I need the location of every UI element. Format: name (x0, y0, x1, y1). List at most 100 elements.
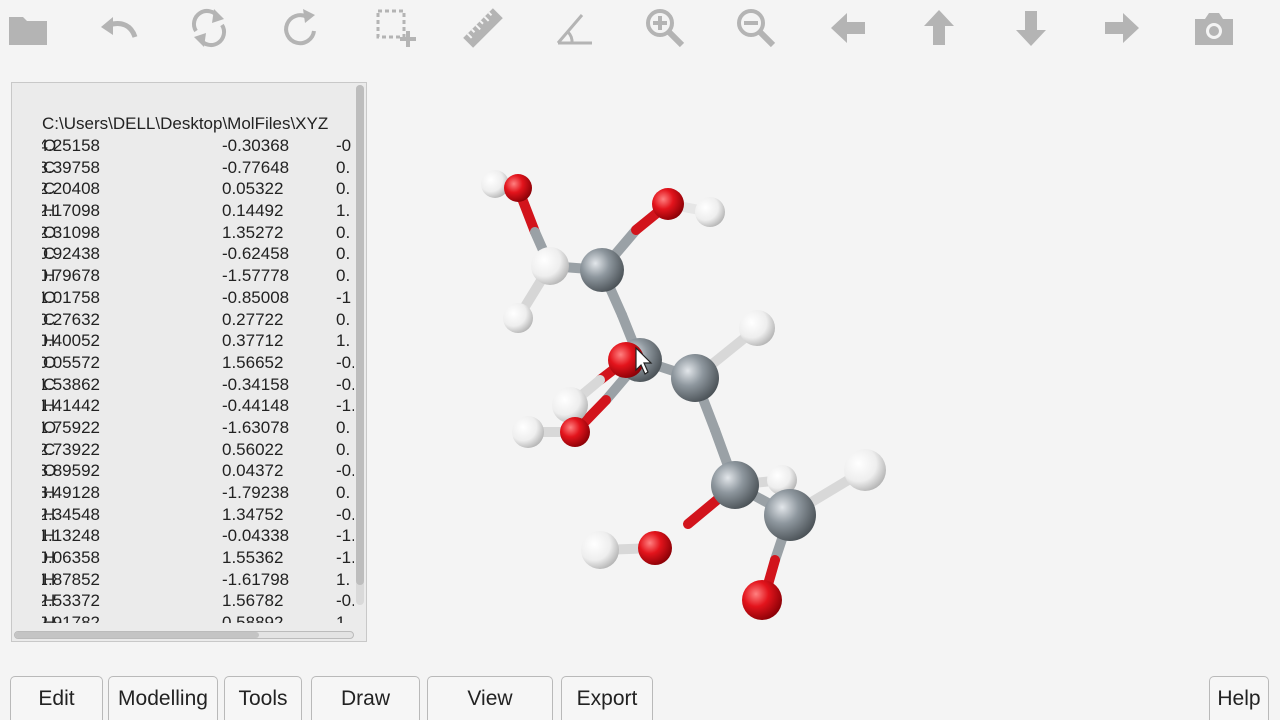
atom-row: H 2.91782 0.58892 1. (42, 612, 354, 623)
file-path: C:\Users\DELL\Desktop\MolFiles\XYZ (42, 114, 329, 133)
coordinates-text[interactable]: C:\Users\DELL\Desktop\MolFiles\XYZ O-4.2… (42, 113, 354, 623)
move-up-button[interactable] (911, 2, 967, 54)
vertical-scrollbar[interactable] (356, 85, 364, 605)
atom-y: 0.04372 (222, 461, 284, 481)
atom-x: -4.25158 (42, 136, 100, 155)
camera-icon (1195, 13, 1233, 45)
draw-menu-button[interactable]: Draw (311, 676, 420, 720)
atom-row: H-0.063581.55362-1. (42, 547, 354, 569)
atom-x: 3.89592 (42, 461, 100, 481)
atom-x: -0.06358 (42, 548, 100, 568)
select-add-button[interactable] (367, 2, 423, 54)
refresh-button[interactable] (181, 2, 237, 54)
atom-z: 1. (336, 613, 351, 623)
atom-y: -0.04338 (222, 526, 290, 546)
view-menu-button[interactable]: View (427, 676, 553, 720)
atom-z: 1. (336, 331, 351, 351)
atom-row: C-2.204080.053220. (42, 178, 354, 200)
atom-z: -0. (336, 504, 354, 524)
atom-y: -0.44148 (222, 396, 290, 416)
atom-x: -2.31098 (42, 222, 100, 242)
atom-z: -0. (336, 352, 354, 372)
atom-row: C-0.92438-0.624580. (42, 243, 354, 265)
atom-row: O-1.01758-0.85008-1 (42, 287, 354, 309)
tools-menu-button[interactable]: Tools (224, 676, 302, 720)
atom-x: 0.40052 (42, 331, 100, 351)
atom-y: 0.58892 (222, 613, 284, 623)
folder-icon (9, 17, 47, 45)
atom-y: 1.34752 (222, 504, 284, 524)
horizontal-scrollbar[interactable] (14, 631, 354, 639)
molecule-viewer[interactable] (370, 60, 1280, 660)
atom-z: 0. (336, 266, 351, 286)
atom-x: -2.20408 (42, 179, 100, 199)
zoom-in-button[interactable] (637, 2, 693, 54)
open-file-button[interactable] (0, 2, 56, 54)
move-left-button[interactable] (820, 2, 876, 54)
atom-x: -3.39758 (42, 157, 100, 177)
edit-menu-button[interactable]: Edit (10, 676, 103, 720)
atom-z: -1. (336, 526, 354, 546)
coordinates-panel: C:\Users\DELL\Desktop\MolFiles\XYZ O-4.2… (11, 82, 367, 642)
ruler-icon (463, 8, 503, 48)
atom-x: -0.92438 (42, 244, 100, 264)
atom-y: 1.56652 (222, 352, 284, 372)
vertical-scrollbar-thumb[interactable] (356, 85, 364, 585)
atom-z: -0 (336, 136, 352, 155)
atom-y: -0.62458 (222, 244, 290, 264)
atom-y: -1.79238 (222, 483, 290, 502)
atom-x: 0.05572 (42, 352, 100, 372)
atom-list: O-4.25158-0.30368-0C-3.39758-0.776480.C-… (42, 135, 354, 623)
atom-y: 0.14492 (222, 201, 284, 221)
move-right-button[interactable] (1094, 2, 1150, 54)
atom-row: O-2.310981.352720. (42, 222, 354, 244)
atom-row: O 3.89592 0.04372 -0. (42, 460, 354, 482)
atom-z: 0. (336, 244, 351, 264)
rotate-button[interactable] (272, 2, 328, 54)
atom-z: 0. (336, 157, 351, 177)
atom-row: H-2.170980.144921. (42, 200, 354, 222)
atom-row: H-0.79678-1.577780. (42, 265, 354, 287)
atom-x: 1.75922 (42, 417, 100, 437)
atom-x: -2.34548 (42, 504, 100, 524)
atom-row: H 2.53372 1.56782 -0. (42, 590, 354, 612)
atom-x: 1.53862 (42, 374, 100, 394)
undo-icon (101, 17, 138, 38)
atom-y: 1.55362 (222, 548, 284, 568)
atom-x: -1.13248 (42, 526, 100, 546)
arrow-left-icon (831, 13, 865, 43)
atom-row: H 0.40052 0.37712 1. (42, 330, 354, 352)
atom-z: -0. (336, 374, 354, 394)
atom-y: -1.61798 (222, 569, 290, 589)
toolbar (0, 0, 1280, 56)
help-button[interactable]: Help (1209, 676, 1269, 720)
atom-x: -1.01758 (42, 287, 100, 307)
measure-angle-button[interactable] (547, 2, 603, 54)
move-down-button[interactable] (1003, 2, 1059, 54)
measure-distance-button[interactable] (455, 2, 511, 54)
atom-row: O 0.05572 1.56652 -0. (42, 352, 354, 374)
atom-y: 0.27722 (222, 309, 284, 329)
atom-x: 1.41442 (42, 396, 100, 416)
atom-y: -0.85008 (222, 287, 290, 307)
select-add-icon (376, 9, 416, 47)
atom-z: 0. (336, 483, 351, 502)
atom-z: -1. (336, 548, 354, 568)
atom-row: H-1.13248-0.04338-1. (42, 525, 354, 547)
modelling-menu-button[interactable]: Modelling (108, 676, 218, 720)
zoom-out-button[interactable] (728, 2, 784, 54)
atom-y: -0.34158 (222, 374, 290, 394)
undo-button[interactable] (90, 2, 146, 54)
molecule-canvas[interactable] (370, 60, 1280, 660)
export-menu-button[interactable]: Export (561, 676, 653, 720)
atom-z: 0. (336, 179, 351, 199)
screenshot-button[interactable] (1186, 2, 1242, 54)
horizontal-scrollbar-thumb[interactable] (15, 632, 259, 638)
atom-y: -0.30368 (222, 136, 290, 155)
atom-row: O 1.75922 -1.63078 0. (42, 417, 354, 439)
atom-y: 0.05322 (222, 179, 284, 199)
atom-x: -3.49128 (42, 483, 100, 502)
atom-x: 2.73922 (42, 439, 100, 459)
atom-row: C 0.27632 0.27722 0. (42, 309, 354, 331)
atom-z: 0. (336, 309, 351, 329)
